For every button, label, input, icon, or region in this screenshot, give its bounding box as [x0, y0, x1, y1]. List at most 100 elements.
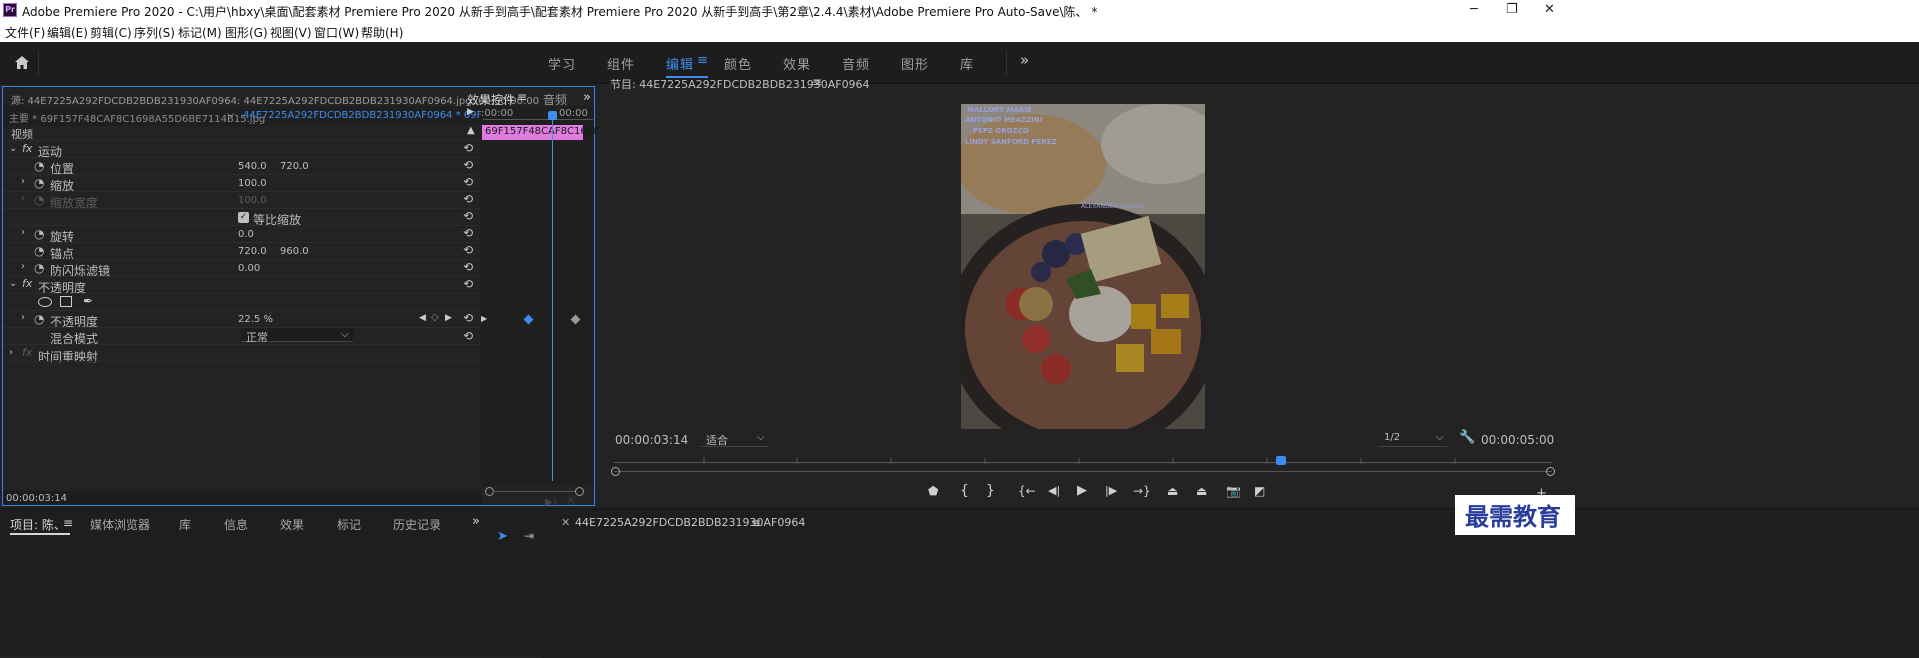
selection-tool-icon[interactable]: ➤	[497, 529, 508, 544]
source-label[interactable]: 源: 44E7225A292FDCDB2BDB231930AF0964: 44E…	[11, 92, 539, 107]
reset-icon[interactable]: ⟲	[463, 227, 475, 239]
reset-icon[interactable]: ⟲	[463, 210, 475, 222]
scale-value[interactable]: 100.0	[238, 178, 267, 189]
uniform-scale-checkbox[interactable]: ✓	[238, 212, 249, 223]
workspace-learning[interactable]: 学习	[548, 54, 576, 73]
sequence-clip-label[interactable]: 44E7225A292FDCDB2BDB231930AF0964 * 69F15…	[243, 110, 505, 121]
menu-clip[interactable]: 剪辑(C)	[90, 24, 132, 41]
workspace-libraries[interactable]: 库	[960, 54, 974, 73]
close-icon[interactable]: ✕	[561, 516, 570, 529]
lift-icon[interactable]: ⏏	[1167, 484, 1178, 498]
mark-in-icon[interactable]: {	[960, 483, 969, 499]
tab-menu-icon[interactable]: ≡	[751, 516, 761, 530]
opacity-value[interactable]: 22.5 %	[238, 314, 273, 325]
chevron-right-icon[interactable]: ›	[21, 176, 25, 187]
panel-more-icon[interactable]: »	[583, 90, 591, 105]
stopwatch-icon[interactable]: ◔	[34, 261, 44, 275]
chevron-right-icon[interactable]: ›	[21, 261, 25, 272]
export-icon[interactable]: ⇱	[568, 497, 576, 508]
reset-icon[interactable]: ⟲	[463, 193, 475, 205]
fx-badge[interactable]: fx	[22, 277, 32, 290]
current-time[interactable]: 00:00:03:14	[6, 493, 67, 504]
time-ruler[interactable]	[614, 456, 1554, 464]
compare-view-icon[interactable]: ◩	[1254, 484, 1265, 498]
home-icon[interactable]	[14, 55, 30, 70]
stopwatch-icon[interactable]: ◔	[34, 159, 44, 173]
program-menu-icon[interactable]: ≡	[812, 75, 822, 89]
tab-sequence[interactable]: 44E7225A292FDCDB2BDB231930AF0964	[575, 516, 805, 529]
add-marker-icon[interactable]: ⬟	[928, 484, 938, 498]
maximize-button[interactable]: ❐	[1506, 2, 1518, 17]
keyframe-start-icon[interactable]: ▶	[481, 314, 487, 323]
chevron-right-icon[interactable]: ›	[9, 347, 13, 358]
reset-icon[interactable]: ⟲	[463, 261, 475, 273]
step-back-icon[interactable]: ◀|	[1048, 484, 1060, 497]
menu-file[interactable]: 文件(F)	[5, 24, 45, 41]
menu-marker[interactable]: 标记(M)	[178, 24, 222, 41]
zoom-end-handle[interactable]	[1546, 467, 1555, 476]
anchor-x-value[interactable]: 720.0	[238, 246, 267, 257]
pen-mask-icon[interactable]: ✒	[83, 294, 93, 308]
menu-sequence[interactable]: 序列(S)	[134, 24, 175, 41]
video-frame[interactable]: MALLORY MARIE ANTONIO MEAZZINI PEPE OROZ…	[961, 104, 1205, 429]
stopwatch-active-icon[interactable]: ◔	[34, 312, 44, 326]
reset-icon[interactable]: ⟲	[463, 278, 475, 290]
zoom-end-handle[interactable]	[575, 487, 584, 496]
workspace-menu-icon[interactable]: ≡	[697, 53, 709, 68]
stopwatch-icon[interactable]: ◔	[34, 176, 44, 190]
menu-help[interactable]: 帮助(H)	[361, 24, 403, 41]
tab-effects[interactable]: 效果	[280, 516, 304, 533]
chevron-right-icon[interactable]: ›	[21, 227, 25, 238]
extract-icon[interactable]: ⏏	[1196, 484, 1207, 498]
rotation-value[interactable]: 0.0	[238, 229, 254, 240]
chevron-down-icon[interactable]: ⌄	[9, 143, 17, 154]
play-icon[interactable]: ▶	[1077, 483, 1087, 498]
menu-edit[interactable]: 编辑(E)	[47, 24, 88, 41]
go-to-out-icon[interactable]: →}	[1133, 484, 1151, 498]
program-title[interactable]: 节目: 44E7225A292FDCDB2BDB231930AF0964	[610, 76, 870, 92]
reset-icon[interactable]: ⟲	[463, 330, 475, 342]
track-select-icon[interactable]: ⇥	[524, 529, 534, 543]
menu-window[interactable]: 窗口(W)	[314, 24, 359, 41]
reset-icon[interactable]: ⟲	[463, 159, 475, 171]
play-only-audio-icon[interactable]: ▶	[467, 107, 474, 117]
stopwatch-icon[interactable]: ◔	[34, 227, 44, 241]
anchor-y-value[interactable]: 960.0	[280, 246, 309, 257]
program-playhead[interactable]	[1276, 456, 1286, 465]
time-remapping-label[interactable]: 时间重映射	[38, 348, 98, 365]
tab-menu-icon[interactable]: ≡	[517, 90, 527, 104]
mark-out-icon[interactable]: }	[986, 483, 995, 499]
next-keyframe-icon[interactable]: ▶	[445, 313, 452, 323]
go-to-in-icon[interactable]: {←	[1018, 484, 1036, 498]
menu-view[interactable]: 视图(V)	[270, 24, 312, 41]
workspace-audio[interactable]: 音频	[842, 54, 870, 73]
playhead-handle[interactable]	[548, 111, 557, 120]
rectangle-mask-icon[interactable]	[60, 296, 72, 307]
tab-info[interactable]: 信息	[224, 516, 248, 533]
workspace-effects[interactable]: 效果	[783, 54, 811, 73]
zoom-start-handle[interactable]	[611, 467, 620, 476]
ellipse-mask-icon[interactable]	[38, 297, 52, 307]
workspace-graphics[interactable]: 图形	[901, 54, 929, 73]
workspace-more-icon[interactable]: »	[1020, 51, 1030, 69]
tab-markers[interactable]: 标记	[337, 516, 361, 533]
tab-project[interactable]: 项目: 陈、	[10, 516, 66, 533]
prev-keyframe-icon[interactable]: ◀	[419, 313, 426, 323]
position-y-value[interactable]: 720.0	[280, 161, 309, 172]
reset-icon[interactable]: ⟲	[463, 176, 475, 188]
chevron-down-icon[interactable]: ⌄	[9, 278, 17, 289]
menu-graphics[interactable]: 图形(G)	[225, 24, 268, 41]
add-keyframe-icon[interactable]: ◇	[431, 312, 439, 323]
reset-icon[interactable]: ⟲	[463, 312, 475, 324]
close-button[interactable]: ✕	[1544, 2, 1555, 17]
chevron-down-icon[interactable]: ⌵	[227, 109, 235, 120]
stopwatch-icon[interactable]: ◔	[34, 244, 44, 258]
position-x-value[interactable]: 540.0	[238, 161, 267, 172]
tab-libraries[interactable]: 库	[179, 516, 191, 533]
reset-icon[interactable]: ⟲	[463, 244, 475, 256]
chevron-right-icon[interactable]: ›	[21, 312, 25, 323]
effect-timeline[interactable]	[481, 106, 594, 486]
step-forward-icon[interactable]: |▶	[1105, 484, 1117, 497]
wrench-icon[interactable]: 🔧	[1459, 430, 1475, 445]
panel-more-icon[interactable]: »	[472, 514, 480, 529]
